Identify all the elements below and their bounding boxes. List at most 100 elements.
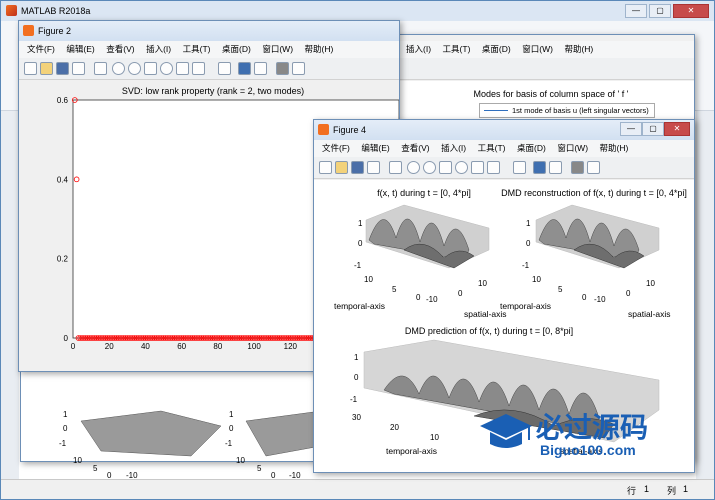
fig2-x-tick: 40 [141,342,150,351]
rotate-icon[interactable] [160,62,173,75]
status-bar: 行 1 列 1 [1,479,714,499]
minimize-button[interactable]: — [625,4,647,18]
fig4-maximize-button[interactable]: ▢ [642,122,664,136]
p3-t3: 10 [430,433,439,442]
p1-xlabel: temporal-axis [334,301,385,311]
link-icon[interactable] [218,62,231,75]
behind-menu-tools[interactable]: 工具(T) [443,41,471,58]
p1-x2: 0 [458,289,463,298]
fig4-minimize-button[interactable]: — [620,122,642,136]
fig4-menu-help[interactable]: 帮助(H) [600,140,629,157]
open-file-icon[interactable] [40,62,53,75]
zoom-in-icon[interactable] [112,62,125,75]
behind-y-tick-1: 10 [73,456,82,465]
fig2-y-tick: 0.6 [57,96,69,105]
rotate-icon[interactable] [455,161,468,174]
fig2-menu-edit[interactable]: 编辑(E) [66,41,94,58]
behind-menu-desktop[interactable]: 桌面(D) [482,41,511,58]
fig4-menu-edit[interactable]: 编辑(E) [361,140,389,157]
brush-icon[interactable] [487,161,500,174]
fig4-menu-file[interactable]: 文件(F) [322,140,350,157]
fig2-x-tick: 20 [105,342,114,351]
behind-y-tick-2: 5 [93,464,98,473]
colorbar-icon[interactable] [238,62,251,75]
behind2-y-tick-2: 5 [257,464,262,473]
print-icon[interactable] [367,161,380,174]
p3-z2: 0 [354,373,359,382]
pan-icon[interactable] [144,62,157,75]
zoom-out-icon[interactable] [128,62,141,75]
p2-t2: 5 [558,285,563,294]
fig2-x-tick: 100 [247,342,261,351]
show-plot-tools-icon[interactable] [587,161,600,174]
fig2-menu-file[interactable]: 文件(F) [27,41,55,58]
data-cursor-icon[interactable] [176,62,189,75]
fig2-menu-view[interactable]: 查看(V) [106,41,134,58]
figure4-toolbar [314,157,694,179]
fig4-menu-window[interactable]: 窗口(W) [557,140,588,157]
fig2-x-tick: 120 [284,342,298,351]
behind-z-tick-3: -1 [59,439,67,448]
fig2-menu-desktop[interactable]: 桌面(D) [222,41,251,58]
p1-z1: 1 [358,219,363,228]
p2-x3: 10 [646,279,655,288]
show-plot-tools-icon[interactable] [292,62,305,75]
behind-surface-1 [80,410,222,457]
p1-t3: 0 [416,293,421,302]
legend-icon[interactable] [549,161,562,174]
behind-menu-window[interactable]: 窗口(W) [522,41,553,58]
data-cursor-icon[interactable] [471,161,484,174]
figure2-title: Figure 2 [38,26,72,36]
main-title-bar[interactable]: MATLAB R2018a — ▢ ✕ [1,1,714,21]
print-icon[interactable] [72,62,85,75]
fig4-menu-desktop[interactable]: 桌面(D) [517,140,546,157]
p3-t1: 30 [352,413,361,422]
behind-z-tick-2: 0 [63,424,68,433]
save-icon[interactable] [56,62,69,75]
hide-plot-tools-icon[interactable] [571,161,584,174]
pointer-icon[interactable] [389,161,402,174]
fig4-close-button[interactable]: ✕ [664,122,690,136]
brush-icon[interactable] [192,62,205,75]
fig2-menu-help[interactable]: 帮助(H) [305,41,334,58]
watermark-text: 必过源码 [536,411,649,444]
fig2-menu-tools[interactable]: 工具(T) [183,41,211,58]
behind-menu-insert[interactable]: 插入(I) [406,41,431,58]
link-icon[interactable] [513,161,526,174]
save-icon[interactable] [351,161,364,174]
open-file-icon[interactable] [335,161,348,174]
behind-surface-plots: 1 0 -1 10 5 0 -10 1 0 -1 10 5 0 -10 [59,410,321,480]
pan-icon[interactable] [439,161,452,174]
behind-menu-help[interactable]: 帮助(H) [564,41,593,58]
behind2-y-tick-1: 10 [236,456,245,465]
zoom-out-icon[interactable] [423,161,436,174]
behind-legend: 1st mode of basis u (left singular vecto… [479,103,655,118]
legend-icon[interactable] [254,62,267,75]
behind-z-tick-1: 1 [63,410,68,419]
p1-x1: -10 [426,295,438,304]
pointer-icon[interactable] [94,62,107,75]
behind-plot-title: Modes for basis of column space of ' f ' [473,89,629,99]
behind2-x-tick-1: -10 [289,471,301,480]
colorbar-icon[interactable] [533,161,546,174]
p1-x3: 10 [478,279,487,288]
close-button[interactable]: ✕ [673,4,709,18]
behind2-z-tick-3: -1 [225,439,233,448]
figure4-title-bar[interactable]: Figure 4 — ▢ ✕ [314,120,694,140]
fig4-menu-view[interactable]: 查看(V) [401,140,429,157]
hide-plot-tools-icon[interactable] [276,62,289,75]
behind2-z-tick-1: 1 [229,410,234,419]
new-figure-icon[interactable] [319,161,332,174]
new-figure-icon[interactable] [24,62,37,75]
zoom-in-icon[interactable] [407,161,420,174]
behind-y-tick-3: 0 [107,471,112,480]
p3-t2: 20 [390,423,399,432]
figure2-title-bar[interactable]: Figure 2 [19,21,399,41]
legend-entry: 1st mode of basis u (left singular vecto… [512,106,649,115]
maximize-button[interactable]: ▢ [649,4,671,18]
fig4-menu-insert[interactable]: 插入(I) [441,140,466,157]
fig2-menu-insert[interactable]: 插入(I) [146,41,171,58]
figure2-toolbar [19,58,399,80]
fig4-menu-tools[interactable]: 工具(T) [478,140,506,157]
fig2-menu-window[interactable]: 窗口(W) [262,41,293,58]
